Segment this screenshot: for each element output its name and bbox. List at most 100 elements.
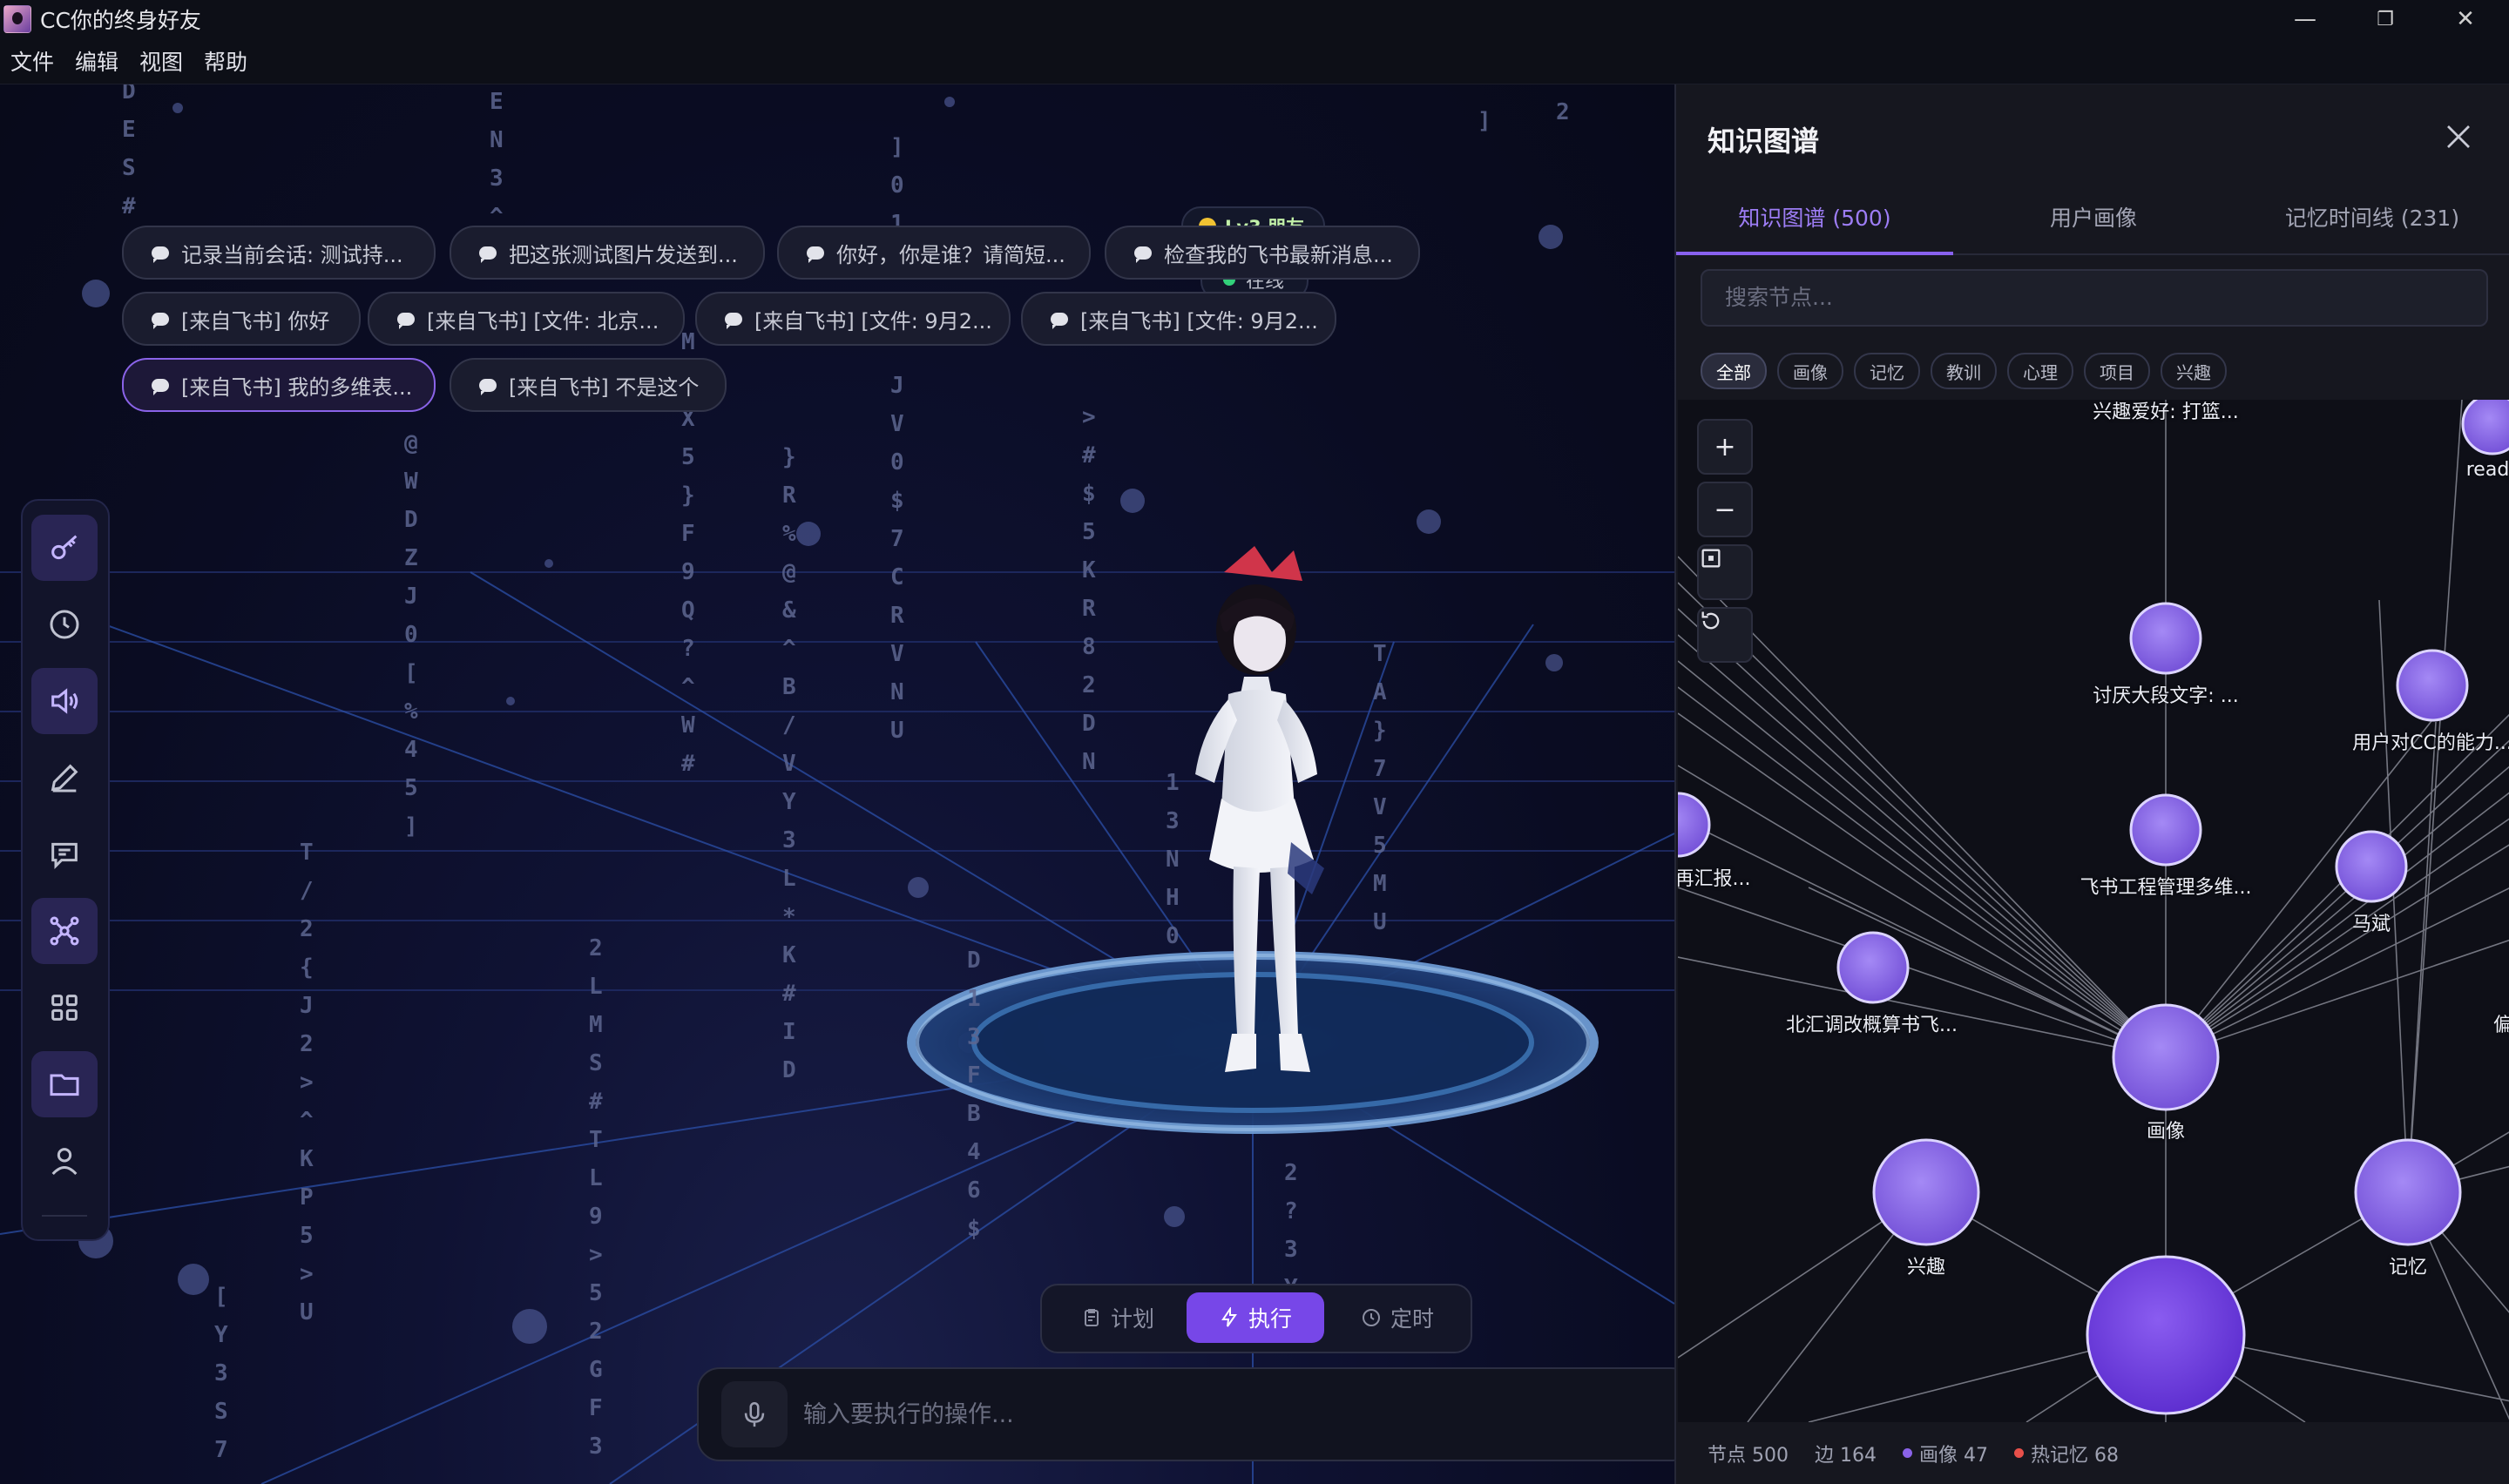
quick-chip[interactable]: 你好，你是谁？请简短...: [777, 226, 1091, 280]
quick-chip-active[interactable]: [来自飞书] 我的多维表...: [122, 358, 436, 412]
filter-portrait[interactable]: 画像: [1777, 353, 1843, 389]
portrait-dot-icon: [1903, 1448, 1912, 1458]
folder-icon: [50, 1074, 79, 1096]
graph-node-label[interactable]: 画像: [2147, 1116, 2185, 1143]
title-bar: CC你的终身好友 — ❐ ✕: [0, 0, 2509, 38]
matrix-text: 2: [1556, 99, 1570, 125]
apps-tool-button[interactable]: [31, 975, 98, 1041]
matrix-text: J V 0 $ 7 C R V N U: [890, 373, 904, 744]
mic-button[interactable]: [721, 1381, 788, 1447]
profile-tool-button[interactable]: [31, 1128, 98, 1194]
graph-node-label[interactable]: 马斌: [2352, 908, 2391, 936]
matrix-text: 2 L M S # T L 9 > 5 2 G F 3: [589, 935, 603, 1460]
mode-execute-tab[interactable]: 执行: [1187, 1292, 1324, 1343]
knowledge-graph-panel: 知识图谱 知识图谱 (500) 用户画像 记忆时间线 (231) 全部 画像 记…: [1674, 84, 2509, 1484]
close-icon[interactable]: [2443, 121, 2474, 152]
node-count: 节点 500: [1708, 1444, 1789, 1467]
files-tool-button[interactable]: [31, 1051, 98, 1117]
graph-node-label[interactable]: 兴趣: [1907, 1251, 1945, 1279]
hot-dot-icon: [2014, 1448, 2024, 1458]
matrix-text: D E S #: [122, 84, 136, 219]
graph-node-label[interactable]: 记忆: [2389, 1251, 2427, 1279]
quick-chip[interactable]: [来自飞书] 不是这个: [450, 358, 727, 412]
app-logo-icon: [3, 5, 31, 33]
history-tool-button[interactable]: [31, 591, 98, 658]
graph-stats-footer: 节点 500 边 164 画像 47 热记忆 68: [1676, 1422, 2509, 1484]
filter-psychology[interactable]: 心理: [2007, 353, 2073, 389]
minimize-button[interactable]: —: [2265, 0, 2345, 38]
panel-title: 知识图谱: [1708, 125, 1820, 158]
toolbar-divider: [42, 1215, 87, 1217]
chat-bubble-icon: [479, 378, 497, 395]
zoom-out-button[interactable]: −: [1697, 482, 1753, 537]
chat-bubble-icon: [152, 246, 169, 263]
tab-user-profile[interactable]: 用户画像: [1955, 180, 2232, 253]
matrix-text: ]: [1478, 108, 1491, 134]
close-window-button[interactable]: ✕: [2425, 0, 2506, 38]
chat-bubble-icon: [397, 312, 415, 329]
edge-count: 边 164: [1815, 1444, 1877, 1467]
menu-view[interactable]: 视图: [139, 45, 183, 77]
filter-interest[interactable]: 兴趣: [2161, 353, 2227, 389]
node-search-box: [1701, 269, 2488, 327]
quick-chip[interactable]: 记录当前会话: 测试持...: [122, 226, 436, 280]
tab-memory-timeline[interactable]: 记忆时间线 (231): [2234, 180, 2509, 253]
mode-schedule-tab[interactable]: 定时: [1333, 1292, 1462, 1343]
panel-tabs: 知识图谱 (500) 用户画像 记忆时间线 (231): [1676, 180, 2509, 255]
chat-bubble-icon: [1051, 312, 1068, 329]
menu-edit[interactable]: 编辑: [75, 45, 118, 77]
chat-bubble-icon: [479, 246, 497, 263]
quick-chip[interactable]: [来自飞书] 你好: [122, 292, 361, 346]
avatar-character[interactable]: [1141, 546, 1403, 1121]
hot-memory-count: 热记忆 68: [2014, 1440, 2119, 1467]
quick-chip[interactable]: [来自飞书] [文件: 9月2...: [695, 292, 1011, 346]
chat-bubble-icon: [807, 246, 824, 263]
key-icon: [51, 535, 78, 560]
mode-plan-tab[interactable]: 计划: [1058, 1292, 1178, 1343]
zoom-in-button[interactable]: +: [1697, 419, 1753, 475]
command-input[interactable]: [801, 1400, 1589, 1429]
maximize-button[interactable]: ❐: [2345, 0, 2425, 38]
fit-view-button[interactable]: [1697, 544, 1753, 600]
grid-icon: [51, 995, 78, 1021]
mode-tabs: 计划 执行 定时: [1040, 1284, 1472, 1353]
microphone-icon: [744, 1401, 765, 1427]
edit-tool-button[interactable]: [31, 745, 98, 811]
matrix-text: [ Y 3 S 7: [214, 1284, 228, 1463]
tab-knowledge-graph[interactable]: 知识图谱 (500): [1676, 180, 1953, 255]
quick-chip[interactable]: [来自飞书] [文件: 9月2...: [1021, 292, 1336, 346]
voice-tool-button[interactable]: [31, 668, 98, 734]
speaker-icon: [51, 688, 78, 714]
graph-node-label[interactable]: 讨厌大段文字: ...: [2093, 680, 2238, 708]
node-search-input[interactable]: [1723, 271, 2476, 323]
graph-node-label[interactable]: 飞书工程管理多维...: [2080, 872, 2252, 900]
graph-icon: [50, 916, 79, 946]
filter-bar: 全部 画像 记忆 教训 心理 项目 兴趣: [1701, 353, 2227, 389]
filter-memory[interactable]: 记忆: [1854, 353, 1920, 389]
menu-file[interactable]: 文件: [10, 45, 54, 77]
graph-node-label[interactable]: 兴趣爱好: 打篮...: [2093, 400, 2238, 424]
chat-tool-button[interactable]: [31, 821, 98, 887]
chat-bubble-icon: [152, 378, 169, 395]
graph-node-label[interactable]: 北汇调改概算书飞...: [1786, 1009, 1958, 1037]
graph-tool-button[interactable]: [31, 898, 98, 964]
quick-chip[interactable]: [来自飞书] [文件: 北京...: [368, 292, 685, 346]
graph-node-label[interactable]: 再汇报...: [1678, 863, 1750, 891]
quick-chip[interactable]: 把这张测试图片发送到...: [450, 226, 765, 280]
graph-canvas[interactable]: + − 兴趣爱好: 打篮... read_d 讨厌大段文字: ... 用户对CC…: [1678, 400, 2509, 1422]
reset-view-button[interactable]: [1697, 607, 1753, 663]
matrix-text: E N 3 ^: [490, 89, 504, 230]
portrait-count: 画像 47: [1903, 1440, 1988, 1467]
graph-node-label[interactable]: 用户对CC的能力...: [2352, 727, 2509, 755]
filter-project[interactable]: 项目: [2084, 353, 2150, 389]
pen-icon: [51, 764, 78, 793]
graph-node-label[interactable]: read_d: [2466, 459, 2509, 481]
graph-node-label[interactable]: 偏好: [2493, 1009, 2509, 1037]
menu-help[interactable]: 帮助: [204, 45, 247, 77]
chat-bubble-icon: [152, 312, 169, 329]
quick-chip[interactable]: 检查我的飞书最新消息...: [1105, 226, 1420, 280]
key-tool-button[interactable]: [31, 515, 98, 581]
filter-lesson[interactable]: 教训: [1931, 353, 1997, 389]
filter-all[interactable]: 全部: [1701, 353, 1767, 389]
matrix-text: } R % @ & ^ B / V Y 3 L * K # I D: [782, 444, 796, 1083]
